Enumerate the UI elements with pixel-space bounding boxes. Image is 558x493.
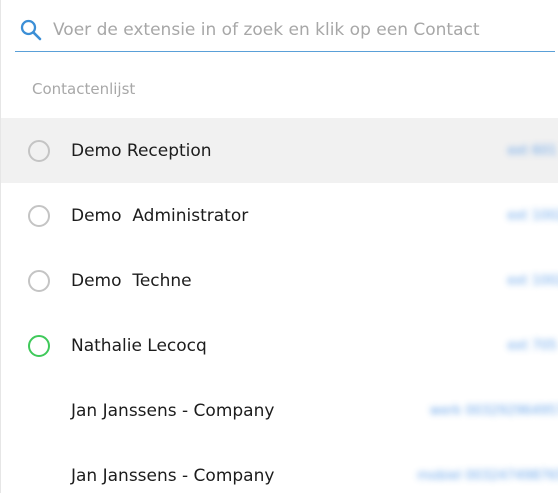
search-input[interactable]: [53, 19, 543, 40]
contact-extension[interactable]: ext 705: [507, 338, 557, 353]
status-online-icon: [28, 334, 50, 357]
contacts-panel: Contactenlijst Demo Reception ext 601 De…: [0, 0, 558, 493]
contact-phone-mobile[interactable]: mobiel 0032474987654: [417, 468, 558, 483]
contact-extension[interactable]: ext 601: [507, 143, 557, 158]
search-bar[interactable]: [15, 8, 555, 52]
contact-row[interactable]: Demo Reception ext 601: [1, 118, 558, 183]
contact-phone-work[interactable]: werk 0032929649579: [430, 403, 558, 418]
contact-name: Demo Techne: [71, 270, 192, 291]
contact-extension[interactable]: ext 1002: [507, 208, 558, 223]
contact-row[interactable]: Jan Janssens - Company mobiel 0032474987…: [1, 443, 558, 493]
contact-row[interactable]: Jan Janssens - Company werk 003292964957…: [1, 378, 558, 443]
section-label: Contactenlijst: [32, 80, 136, 98]
contact-row[interactable]: Nathalie Lecocq ext 705: [1, 313, 558, 378]
contact-extension[interactable]: ext 1002: [507, 273, 558, 288]
contact-list: Demo Reception ext 601 Demo Administrato…: [1, 118, 558, 493]
contact-name: Jan Janssens - Company: [71, 400, 275, 421]
contact-name: Demo Reception: [71, 140, 212, 161]
status-offline-icon: [28, 139, 50, 162]
status-offline-icon: [28, 204, 50, 227]
contact-name: Jan Janssens - Company: [71, 465, 275, 486]
contact-row[interactable]: Demo Administrator ext 1002: [1, 183, 558, 248]
search-icon: [20, 19, 42, 40]
contact-name: Nathalie Lecocq: [71, 335, 207, 356]
contact-name: Demo Administrator: [71, 205, 249, 226]
contact-row[interactable]: Demo Techne ext 1002: [1, 248, 558, 313]
status-offline-icon: [28, 269, 50, 292]
